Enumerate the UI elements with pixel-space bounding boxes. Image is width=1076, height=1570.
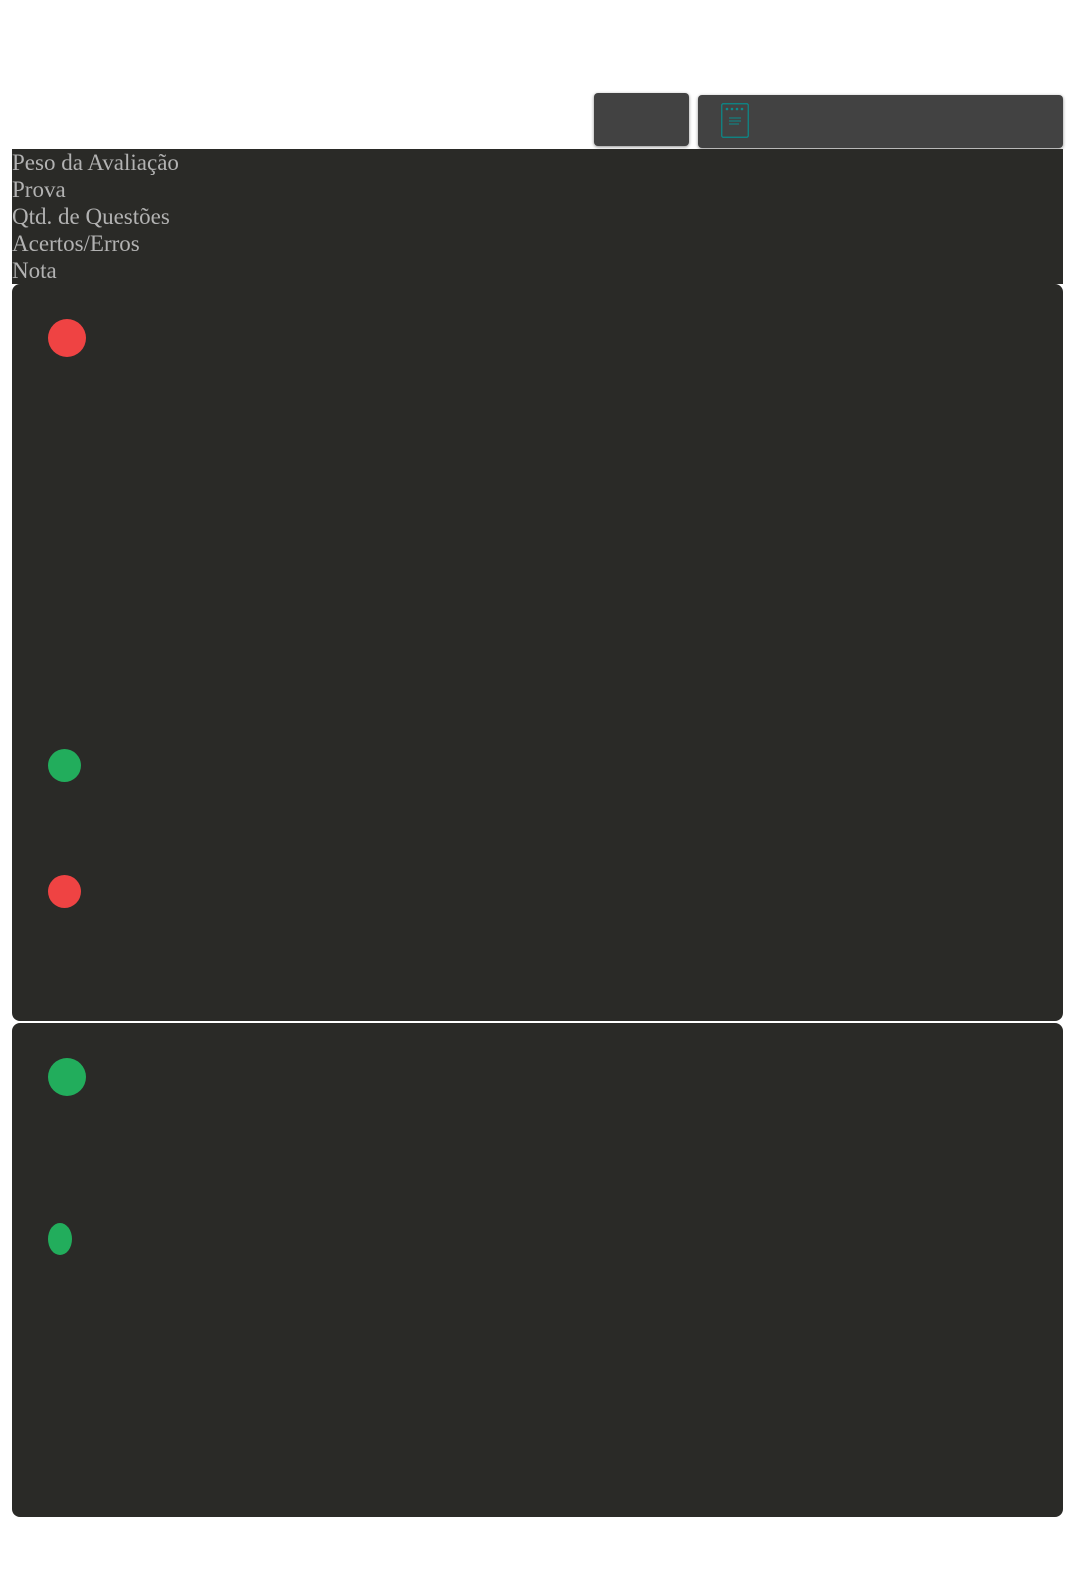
- exam-result-card: [12, 1023, 1063, 1517]
- grades-table-header: Peso da Avaliação Prova Qtd. de Questões…: [12, 149, 1063, 284]
- right-answer-indicator: [48, 749, 81, 782]
- column-header-right-wrong: Acertos/Erros: [12, 231, 140, 256]
- right-answer-indicator: [48, 1058, 86, 1096]
- column-header-exam: Prova: [12, 177, 66, 202]
- exam-result-card: [12, 284, 1063, 1021]
- right-answer-indicator: [48, 1223, 72, 1255]
- column-header-question-count: Qtd. de Questões: [12, 204, 170, 229]
- column-header-weight: Peso da Avaliação: [12, 150, 179, 175]
- exam-sheet-icon: [721, 103, 749, 138]
- exam-selector[interactable]: [698, 95, 1063, 148]
- tab-button[interactable]: [594, 93, 689, 146]
- wrong-answer-indicator: [48, 319, 86, 357]
- column-header-grade: Nota: [12, 258, 57, 283]
- wrong-answer-indicator: [48, 875, 81, 908]
